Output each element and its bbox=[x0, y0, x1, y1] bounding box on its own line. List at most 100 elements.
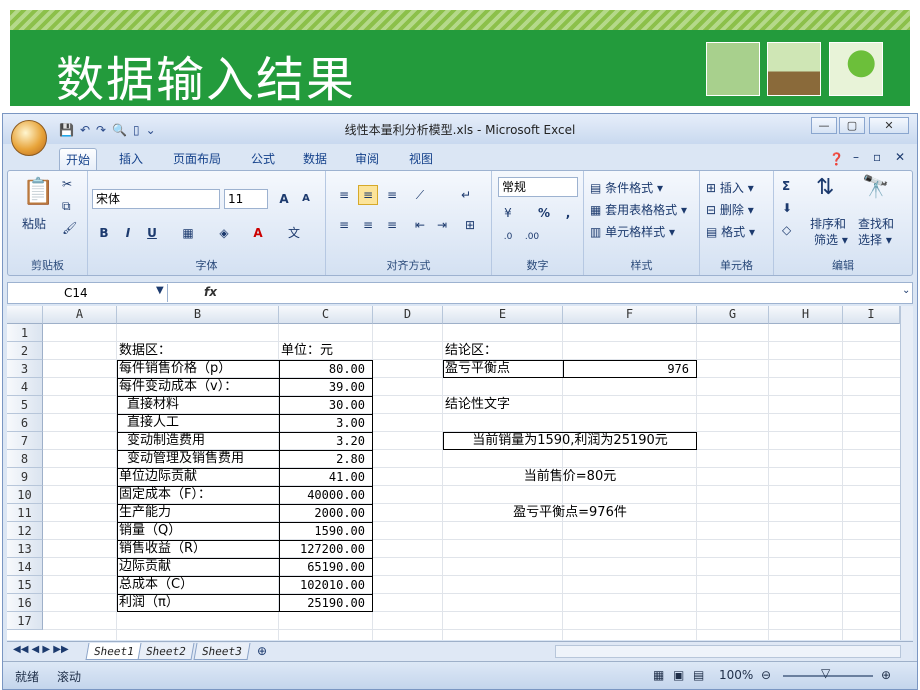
align-center-icon[interactable]: ≡ bbox=[358, 215, 378, 235]
cell-C3[interactable]: 80.00 bbox=[279, 360, 373, 378]
row-header-16[interactable]: 16 bbox=[7, 594, 43, 612]
row-header-8[interactable]: 8 bbox=[7, 450, 43, 468]
wrap-text-icon[interactable]: ↵ bbox=[456, 185, 476, 205]
align-top-icon[interactable]: ≡ bbox=[334, 185, 354, 205]
zoom-slider-thumb[interactable]: ▽ bbox=[821, 666, 830, 680]
percent-button[interactable]: % bbox=[534, 203, 554, 223]
cell-C4[interactable]: 39.00 bbox=[279, 378, 373, 396]
cell-C10[interactable]: 40000.00 bbox=[279, 486, 373, 504]
format-as-table-button[interactable]: ▦ 套用表格格式 ▾ bbox=[590, 201, 687, 218]
decrease-indent-icon[interactable]: ⇤ bbox=[410, 215, 430, 235]
row-header-11[interactable]: 11 bbox=[7, 504, 43, 522]
orientation-icon[interactable]: ⟋ bbox=[410, 185, 430, 205]
insert-sheet-icon[interactable]: ⊕ bbox=[257, 644, 267, 658]
cell-C6[interactable]: 3.00 bbox=[279, 414, 373, 432]
tab-home[interactable]: 开始 bbox=[59, 148, 98, 170]
vertical-scrollbar[interactable] bbox=[900, 306, 913, 640]
row-header-13[interactable]: 13 bbox=[7, 540, 43, 558]
row-header-14[interactable]: 14 bbox=[7, 558, 43, 576]
cell-E9[interactable]: 当前售价=80元 bbox=[443, 468, 697, 486]
cell-B4[interactable]: 每件变动成本（v）： bbox=[117, 378, 279, 396]
column-header-A[interactable]: A bbox=[43, 306, 117, 324]
ribbon-minimize-icon[interactable]: – bbox=[853, 150, 859, 164]
sheet-tab-1[interactable]: Sheet1 bbox=[85, 643, 143, 660]
sort-filter-icon[interactable]: ⇅ bbox=[816, 175, 834, 200]
cell-B8[interactable]: 变动管理及销售费用 bbox=[117, 450, 279, 468]
cell-E11[interactable]: 盈亏平衡点=976件 bbox=[443, 504, 697, 522]
cell-C15[interactable]: 102010.00 bbox=[279, 576, 373, 594]
cell-B5[interactable]: 直接材料 bbox=[117, 396, 279, 414]
paste-icon[interactable]: 📋 bbox=[22, 177, 54, 207]
office-button[interactable] bbox=[11, 120, 47, 156]
cell-styles-button[interactable]: ▥ 单元格样式 ▾ bbox=[590, 223, 675, 240]
row-header-15[interactable]: 15 bbox=[7, 576, 43, 594]
italic-button[interactable]: I bbox=[118, 223, 138, 243]
align-right-icon[interactable]: ≡ bbox=[382, 215, 402, 235]
decrease-decimal-icon[interactable]: .00 bbox=[522, 227, 542, 247]
cell-B16[interactable]: 利润（π） bbox=[117, 594, 279, 612]
column-header-G[interactable]: G bbox=[697, 306, 769, 324]
cell-C12[interactable]: 1590.00 bbox=[279, 522, 373, 540]
select-all-corner[interactable] bbox=[7, 306, 43, 324]
row-header-12[interactable]: 12 bbox=[7, 522, 43, 540]
conditional-format-button[interactable]: ▤ 条件格式 ▾ bbox=[590, 179, 663, 196]
cell-E5[interactable]: 结论性文字 bbox=[443, 396, 563, 414]
cell-C8[interactable]: 2.80 bbox=[279, 450, 373, 468]
column-header-H[interactable]: H bbox=[769, 306, 843, 324]
column-header-B[interactable]: B bbox=[117, 306, 279, 324]
cell-C14[interactable]: 65190.00 bbox=[279, 558, 373, 576]
insert-cells-button[interactable]: ⊞ 插入 ▾ bbox=[706, 179, 754, 196]
increase-decimal-icon[interactable]: .0 bbox=[498, 227, 518, 247]
minimize-button[interactable]: — bbox=[811, 117, 837, 134]
clear-icon[interactable]: ◇ bbox=[782, 223, 791, 237]
page-layout-view-icon[interactable]: ▣ bbox=[673, 668, 684, 682]
column-header-D[interactable]: D bbox=[373, 306, 443, 324]
cell-C9[interactable]: 41.00 bbox=[279, 468, 373, 486]
name-box[interactable]: C14 bbox=[10, 284, 168, 302]
format-painter-icon[interactable]: 🖌 bbox=[62, 221, 77, 235]
bold-button[interactable]: B bbox=[94, 223, 114, 243]
cell-C7[interactable]: 3.20 bbox=[279, 432, 373, 450]
cell-B7[interactable]: 变动制造费用 bbox=[117, 432, 279, 450]
borders-icon[interactable]: ▦ bbox=[178, 223, 198, 243]
shrink-font-icon[interactable]: A bbox=[296, 189, 316, 209]
cell-C13[interactable]: 127200.00 bbox=[279, 540, 373, 558]
font-size-select[interactable]: 11 bbox=[224, 189, 268, 209]
ribbon-close-icon[interactable]: ✕ bbox=[895, 150, 905, 164]
cell-B14[interactable]: 边际贡献 bbox=[117, 558, 279, 576]
cell-B12[interactable]: 销量（Q） bbox=[117, 522, 279, 540]
tab-review[interactable]: 审阅 bbox=[349, 148, 385, 170]
expand-formula-icon[interactable]: ⌄ bbox=[902, 285, 910, 296]
cell-B2[interactable]: 数据区： bbox=[117, 342, 279, 360]
tab-view[interactable]: 视图 bbox=[403, 148, 439, 170]
row-header-2[interactable]: 2 bbox=[7, 342, 43, 360]
copy-icon[interactable]: ⧉ bbox=[62, 199, 71, 214]
cell-B9[interactable]: 单位边际贡献 bbox=[117, 468, 279, 486]
cell-C5[interactable]: 30.00 bbox=[279, 396, 373, 414]
align-bottom-icon[interactable]: ≡ bbox=[382, 185, 402, 205]
sheet-nav-icon[interactable]: ◀◀ ◀ ▶ ▶▶ bbox=[13, 644, 69, 655]
normal-view-icon[interactable]: ▦ bbox=[653, 668, 664, 682]
column-header-E[interactable]: E bbox=[443, 306, 563, 324]
cell-C2[interactable]: 单位：元 bbox=[279, 342, 373, 360]
cell-B11[interactable]: 生产能力 bbox=[117, 504, 279, 522]
tab-page-layout[interactable]: 页面布局 bbox=[167, 148, 227, 170]
cell-B10[interactable]: 固定成本（F）： bbox=[117, 486, 279, 504]
cut-icon[interactable]: ✂ bbox=[62, 177, 72, 191]
row-header-3[interactable]: 3 bbox=[7, 360, 43, 378]
cell-F3[interactable]: 976 bbox=[563, 360, 697, 378]
paste-button[interactable]: 粘贴 bbox=[22, 215, 46, 232]
filter-label[interactable]: 筛选 ▾ bbox=[814, 231, 848, 248]
currency-icon[interactable]: ¥ bbox=[498, 203, 518, 223]
merge-center-icon[interactable]: ⊞ bbox=[460, 215, 480, 235]
underline-button[interactable]: U bbox=[142, 223, 162, 243]
sheet-tab-2[interactable]: Sheet2 bbox=[137, 643, 195, 660]
row-header-10[interactable]: 10 bbox=[7, 486, 43, 504]
align-middle-icon[interactable]: ≡ bbox=[358, 185, 378, 205]
row-header-5[interactable]: 5 bbox=[7, 396, 43, 414]
zoom-in-icon[interactable]: ⊕ bbox=[881, 668, 891, 682]
increase-indent-icon[interactable]: ⇥ bbox=[432, 215, 452, 235]
font-name-select[interactable]: 宋体 bbox=[92, 189, 220, 209]
align-left-icon[interactable]: ≡ bbox=[334, 215, 354, 235]
fill-color-icon[interactable]: ◈ bbox=[214, 223, 234, 243]
